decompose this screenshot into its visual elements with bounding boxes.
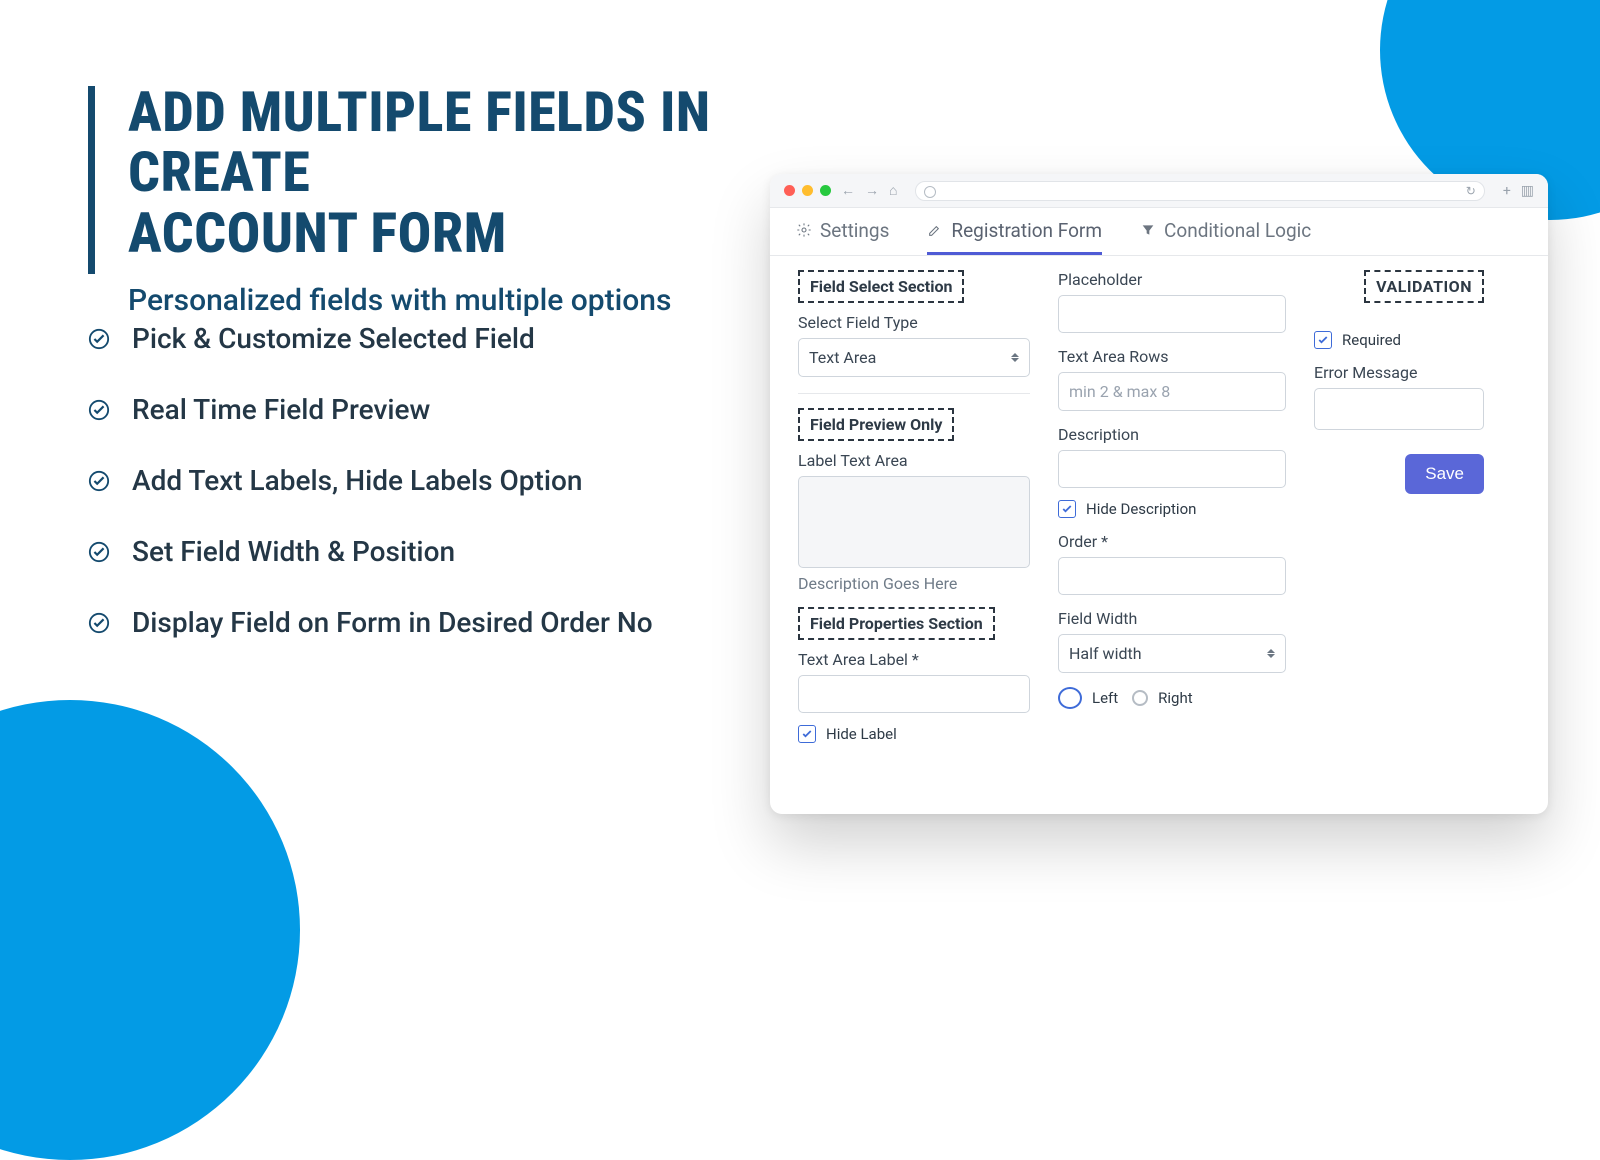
order-label: Order *	[1058, 532, 1286, 551]
text-area-label-input[interactable]	[798, 675, 1030, 713]
list-item: Pick & Customize Selected Field	[88, 322, 728, 355]
align-left-label: Left	[1092, 689, 1118, 707]
hide-description-text: Hide Description	[1086, 500, 1196, 518]
page-title: ADD MULTIPLE FIELDS IN CREATE ACCOUNT FO…	[128, 82, 728, 263]
list-item: Display Field on Form in Desired Order N…	[88, 606, 728, 639]
list-item: Real Time Field Preview	[88, 393, 728, 426]
feature-text: Set Field Width & Position	[132, 535, 455, 568]
hide-description-checkbox[interactable]	[1058, 500, 1076, 518]
close-window-icon[interactable]	[784, 185, 795, 196]
error-message-label: Error Message	[1314, 363, 1484, 382]
check-circle-icon	[88, 541, 110, 563]
tab-label: Settings	[820, 219, 889, 242]
url-bar[interactable]: ↻	[915, 181, 1484, 201]
accent-bar	[88, 86, 95, 274]
tab-label: Registration Form	[951, 219, 1102, 242]
column-placeholder-rows-description-order-width: Placeholder Text Area Rows min 2 & max 8…	[1058, 270, 1286, 804]
description-input[interactable]	[1058, 450, 1286, 488]
description-label: Description	[1058, 425, 1286, 444]
feature-text: Real Time Field Preview	[132, 393, 430, 426]
new-tab-icon[interactable]: +	[1503, 183, 1511, 199]
align-left-radio[interactable]	[1058, 687, 1082, 709]
label-text-area-preview	[798, 476, 1030, 568]
select-field-type-label: Select Field Type	[798, 313, 1030, 332]
tabs-icon[interactable]: ▥	[1521, 183, 1534, 199]
preview-description-hint: Description Goes Here	[798, 574, 1030, 593]
select-field-type-value: Text Area	[809, 348, 876, 367]
select-field-type-dropdown[interactable]: Text Area	[798, 338, 1030, 377]
tab-label: Conditional Logic	[1164, 219, 1311, 242]
divider	[798, 393, 1030, 394]
check-circle-icon	[88, 328, 110, 350]
check-circle-icon	[88, 470, 110, 492]
traffic-lights	[784, 185, 831, 196]
feature-text: Display Field on Form in Desired Order N…	[132, 606, 653, 639]
field-width-dropdown[interactable]: Half width	[1058, 634, 1286, 673]
text-area-rows-label: Text Area Rows	[1058, 347, 1286, 366]
window-titlebar: ← → ⌂ ↻ + ▥	[770, 174, 1548, 208]
list-item: Add Text Labels, Hide Labels Option	[88, 464, 728, 497]
required-checkbox[interactable]	[1314, 331, 1332, 349]
align-right-radio[interactable]	[1132, 690, 1148, 706]
column-validation: VALIDATION Required Error Message Save	[1314, 270, 1484, 804]
text-area-label-label: Text Area Label *	[798, 650, 1030, 669]
minimize-window-icon[interactable]	[802, 185, 813, 196]
field-width-value: Half width	[1069, 644, 1142, 663]
section-title-field-preview: Field Preview Only	[798, 408, 954, 441]
nav-back-icon[interactable]: ←	[841, 182, 855, 199]
page-title-line1: ADD MULTIPLE FIELDS IN CREATE	[128, 79, 711, 205]
decorative-blob-bottom-left	[0, 700, 300, 1160]
align-right-label: Right	[1158, 689, 1192, 707]
placeholder-input[interactable]	[1058, 295, 1286, 333]
tab-settings[interactable]: Settings	[796, 219, 889, 255]
maximize-window-icon[interactable]	[820, 185, 831, 196]
tab-conditional-logic[interactable]: Conditional Logic	[1140, 219, 1311, 255]
nav-forward-icon[interactable]: →	[865, 182, 879, 199]
edit-icon	[927, 222, 943, 238]
placeholder-label: Placeholder	[1058, 270, 1286, 289]
save-button[interactable]: Save	[1405, 454, 1484, 494]
column-field-select-preview-props: Field Select Section Select Field Type T…	[798, 270, 1030, 804]
feature-text: Pick & Customize Selected Field	[132, 322, 535, 355]
label-text-area-label: Label Text Area	[798, 451, 1030, 470]
text-area-rows-input[interactable]: min 2 & max 8	[1058, 372, 1286, 411]
hide-label-text: Hide Label	[826, 725, 897, 743]
home-icon[interactable]: ⌂	[889, 182, 897, 199]
tab-registration-form[interactable]: Registration Form	[927, 219, 1102, 255]
check-circle-icon	[88, 399, 110, 421]
section-title-field-select: Field Select Section	[798, 270, 964, 303]
tab-bar: Settings Registration Form Conditional L…	[770, 208, 1548, 256]
chevron-sort-icon	[1011, 353, 1019, 362]
app-window: ← → ⌂ ↻ + ▥ Settings Registration Form C…	[770, 174, 1548, 814]
page-title-line2: ACCOUNT FORM	[128, 200, 507, 266]
feature-list: Pick & Customize Selected Field Real Tim…	[88, 322, 728, 677]
gear-icon	[796, 222, 812, 238]
field-width-label: Field Width	[1058, 609, 1286, 628]
section-title-field-properties: Field Properties Section	[798, 607, 995, 640]
section-title-validation: VALIDATION	[1364, 270, 1484, 303]
check-circle-icon	[88, 612, 110, 634]
list-item: Set Field Width & Position	[88, 535, 728, 568]
hide-label-checkbox[interactable]	[798, 725, 816, 743]
reload-icon[interactable]: ↻	[1466, 184, 1476, 198]
filter-icon	[1140, 222, 1156, 238]
page-subtitle: Personalized fields with multiple option…	[128, 283, 728, 318]
chevron-sort-icon	[1267, 649, 1275, 658]
required-label: Required	[1342, 331, 1401, 349]
order-input[interactable]	[1058, 557, 1286, 595]
error-message-input[interactable]	[1314, 388, 1484, 430]
feature-text: Add Text Labels, Hide Labels Option	[132, 464, 582, 497]
form-editor: Field Select Section Select Field Type T…	[770, 256, 1548, 814]
